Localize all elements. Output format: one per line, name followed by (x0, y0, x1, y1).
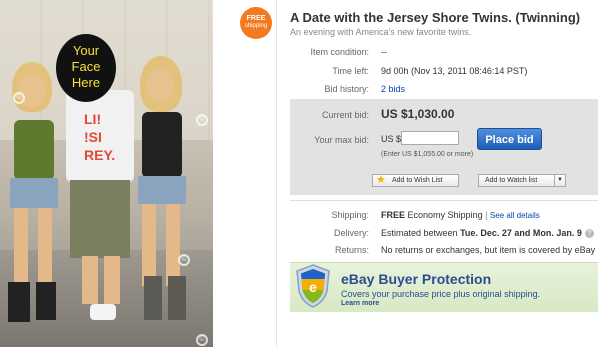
photo-person-center: LI! !SI REY. (62, 60, 138, 335)
shirt-print: LI! !SI REY. (84, 111, 116, 163)
bid-history-link[interactable]: 2 bids (381, 84, 405, 94)
shipping-value: FREE Economy Shipping | See all details (381, 210, 540, 220)
returns-value: No returns or exchanges, but item is cov… (381, 245, 596, 255)
free-shipping-badge: FREE shipping (240, 7, 272, 39)
currency-prefix: US $ (381, 134, 402, 144)
delivery-prefix: Estimated between (381, 228, 458, 238)
copyright-watermark-icon: © (13, 92, 25, 104)
see-all-details-link[interactable]: See all details (490, 211, 540, 220)
face-placeholder-bubble: Your Face Here (56, 34, 116, 102)
wish-list-label: Add to Wish List (392, 177, 443, 184)
face-bubble-line-1: Your (72, 43, 100, 58)
item-condition-label: Item condition: (310, 47, 369, 57)
badge-line-1: FREE (246, 15, 266, 22)
add-to-watch-list-button[interactable]: Add to Watch list ▼ (478, 174, 566, 187)
add-to-wish-list-button[interactable]: ★ Add to Wish List (372, 174, 459, 187)
time-left-value: 9d 00h (Nov 13, 2011 08:46:14 PST) (381, 66, 528, 76)
svg-text:e: e (309, 279, 317, 295)
buyer-protection-title: eBay Buyer Protection (341, 271, 492, 287)
delivery-label: Delivery: (333, 228, 369, 238)
shipping-label: Shipping: (331, 210, 369, 220)
delivery-value: Estimated between Tue. Dec. 27 and Mon. … (381, 228, 594, 239)
column-divider (276, 0, 277, 347)
photo-person-left (4, 62, 66, 335)
returns-label: Returns: (334, 245, 369, 255)
listing-title: A Date with the Jersey Shore Twins. (Twi… (290, 10, 581, 25)
copyright-watermark-icon: © (178, 254, 190, 266)
learn-more-link[interactable]: Learn more (341, 300, 379, 307)
shield-icon: e (296, 264, 330, 308)
item-photo[interactable]: LI! !SI REY. Your Face Here © © © © (0, 0, 213, 347)
delivery-dates: Tue. Dec. 27 and Mon. Jan. 9 (460, 228, 582, 238)
face-bubble-line-2: Face (71, 59, 101, 74)
buyer-protection-subtitle: Covers your purchase price plus original… (341, 289, 541, 299)
photo-person-right (130, 56, 196, 327)
help-icon[interactable]: ? (584, 229, 594, 239)
max-bid-input[interactable] (401, 131, 459, 145)
current-bid-value: US $1,030.00 (381, 107, 455, 121)
copyright-watermark-icon: © (196, 334, 208, 346)
buyer-protection-banner[interactable] (290, 262, 598, 312)
star-icon: ★ (376, 174, 386, 186)
min-bid-note: (Enter US $1,055.00 or more) (381, 151, 474, 158)
watch-list-label: Add to Watch list (485, 177, 538, 184)
max-bid-label: Your max bid: (314, 135, 369, 145)
face-bubble-line-3: Here (71, 75, 101, 90)
chevron-down-icon[interactable]: ▼ (554, 175, 565, 186)
time-left-label: Time left: (332, 66, 369, 76)
listing-subtitle: An evening with America's new favorite t… (290, 27, 472, 37)
copyright-watermark-icon: © (196, 114, 208, 126)
section-separator (290, 200, 598, 201)
shipping-method: Economy Shipping (407, 210, 483, 220)
badge-line-2: shipping (244, 23, 268, 29)
item-condition-value: -- (381, 47, 387, 57)
shipping-free: FREE (381, 210, 406, 220)
current-bid-label: Current bid: (321, 110, 369, 120)
place-bid-button[interactable]: Place bid (477, 128, 542, 150)
bid-history-label: Bid history: (324, 84, 369, 94)
